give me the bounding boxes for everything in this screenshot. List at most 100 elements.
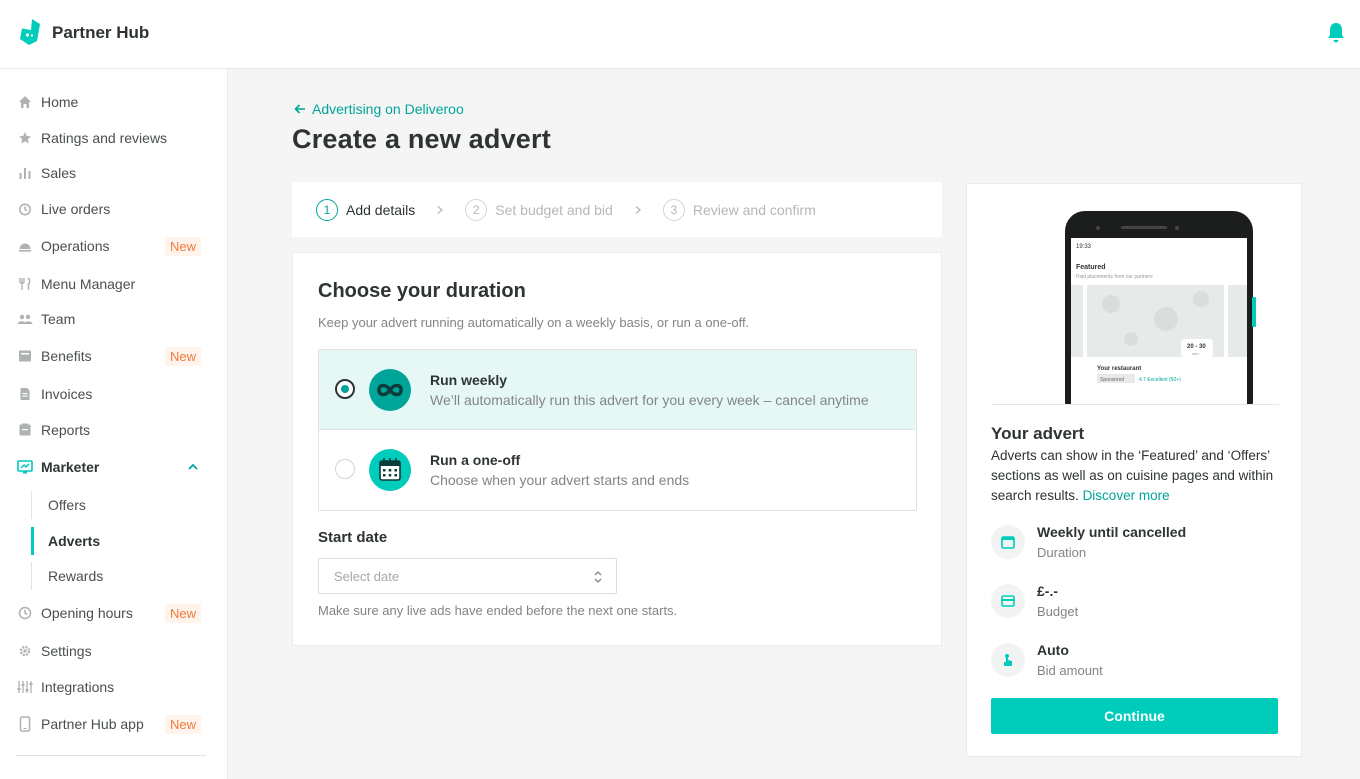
- home-icon: [17, 94, 33, 110]
- stepper: 1 Add details 2 Set budget and bid 3 Rev…: [292, 182, 942, 237]
- summary-bid: Auto Bid amount: [991, 642, 1281, 686]
- team-icon: [17, 311, 33, 327]
- preview-desc: Adverts can show in the ‘Featured’ and ‘…: [991, 448, 1274, 503]
- arrow-left-icon: [294, 104, 305, 114]
- advert-preview-panel: 19:33 Featured Paid placements from our …: [966, 183, 1302, 757]
- sidebar-item-benefits[interactable]: Benefits New: [0, 341, 228, 371]
- option-run-one-off[interactable]: Run a one-off Choose when your advert st…: [319, 430, 916, 510]
- discover-more-link[interactable]: Discover more: [1083, 488, 1170, 503]
- start-date-label: Start date: [318, 529, 388, 546]
- sidebar-item-ratings[interactable]: Ratings and reviews: [0, 123, 228, 153]
- new-badge: New: [165, 603, 202, 623]
- step-number: 2: [465, 198, 488, 221]
- sidebar-item-integrations[interactable]: Integrations: [0, 672, 228, 702]
- calendar-icon: [991, 525, 1025, 559]
- calendar-icon: [369, 449, 411, 491]
- summary-value: Auto: [1037, 642, 1069, 658]
- continue-button[interactable]: Continue: [991, 698, 1278, 734]
- option-run-weekly[interactable]: Run weekly We’ll automatically run this …: [319, 350, 916, 430]
- summary-budget: £-.- Budget: [991, 583, 1281, 627]
- new-badge: New: [165, 346, 202, 366]
- tap-icon: [991, 643, 1025, 677]
- phone-featured: Featured: [1076, 264, 1106, 271]
- sidebar-item-operations[interactable]: Operations New: [0, 231, 228, 261]
- new-badge: New: [165, 236, 202, 256]
- phone-sponsored: Sponsored: [1100, 377, 1124, 383]
- phone-illustration: 19:33 Featured Paid placements from our …: [1065, 211, 1256, 404]
- report-icon: [17, 422, 33, 438]
- summary-label: Bid amount: [1037, 663, 1103, 678]
- clock-icon: [17, 605, 33, 621]
- sidebar-subitem-offers[interactable]: Offers: [31, 491, 228, 519]
- top-bar: Partner Hub: [0, 0, 1360, 69]
- cloche-icon: [17, 238, 33, 254]
- preview-title: Your advert: [991, 424, 1085, 443]
- infinity-icon: [369, 369, 411, 411]
- star-icon: [17, 130, 33, 146]
- sliders-icon: [17, 679, 33, 695]
- duration-title: Choose your duration: [318, 280, 526, 302]
- date-help-text: Make sure any live ads have ended before…: [318, 603, 678, 618]
- new-badge: New: [165, 714, 202, 734]
- marketer-icon: [17, 459, 33, 475]
- sidebar-item-team[interactable]: Team: [0, 304, 228, 334]
- step-review-confirm[interactable]: 3 Review and confirm: [662, 198, 816, 221]
- phone-eta: 20 - 30: [1187, 344, 1206, 350]
- sidebar-item-marketer[interactable]: Marketer: [0, 452, 228, 482]
- phone-icon: [17, 716, 33, 732]
- benefits-icon: [17, 348, 33, 364]
- step-number: 1: [316, 198, 338, 221]
- card-icon: [991, 584, 1025, 618]
- sidebar-item-settings[interactable]: Settings: [0, 636, 228, 666]
- sidebar-item-menu-manager[interactable]: Menu Manager: [0, 269, 228, 299]
- sidebar-item-home[interactable]: Home: [0, 87, 228, 117]
- duration-card: Choose your duration Keep your advert ru…: [292, 252, 942, 646]
- sidebar-item-opening-hours[interactable]: Opening hours New: [0, 598, 228, 628]
- sidebar-subitem-rewards[interactable]: Rewards: [31, 562, 228, 590]
- phone-rating: 4.7 Excellent (50+): [1139, 377, 1181, 383]
- page-title: Create a new advert: [292, 124, 551, 154]
- date-placeholder: Select date: [334, 569, 400, 584]
- app-name: Partner Hub: [52, 23, 150, 42]
- divider: [16, 755, 206, 756]
- option-desc: Choose when your advert starts and ends: [430, 472, 690, 488]
- step-label: Add details: [346, 201, 416, 218]
- duration-options: Run weekly We’ll automatically run this …: [318, 349, 917, 511]
- radio-selected[interactable]: [335, 379, 355, 399]
- brand[interactable]: Partner Hub: [16, 19, 149, 47]
- phone-featured-sub: Paid placements from our partners: [1076, 274, 1153, 280]
- step-label: Set budget and bid: [495, 201, 613, 218]
- sidebar-item-sales[interactable]: Sales: [0, 158, 228, 188]
- cutlery-icon: [17, 276, 33, 292]
- phone-restaurant: Your restaurant: [1097, 366, 1141, 372]
- chevron-right-icon: [437, 205, 444, 214]
- bar-chart-icon: [17, 165, 33, 181]
- clock-icon: [17, 201, 33, 217]
- chevron-right-icon: [635, 205, 641, 214]
- radio-unselected[interactable]: [335, 459, 355, 479]
- summary-value: £-.-: [1037, 583, 1058, 599]
- step-number: 3: [662, 198, 685, 221]
- step-add-details[interactable]: 1 Add details: [316, 198, 416, 221]
- sidebar-subitem-adverts[interactable]: Adverts: [31, 527, 228, 555]
- sidebar-item-partner-hub-app[interactable]: Partner Hub app New: [0, 709, 228, 739]
- sidebar-item-live-orders[interactable]: Live orders: [0, 194, 228, 224]
- start-date-select[interactable]: Select date: [318, 558, 617, 594]
- sidebar-item-reports[interactable]: Reports: [0, 415, 228, 445]
- summary-value: Weekly until cancelled: [1037, 524, 1187, 540]
- phone-mockup: 19:33 Featured Paid placements from our …: [991, 184, 1279, 405]
- updown-chevron-icon: [594, 571, 602, 583]
- phone-eta-unit: min: [1192, 351, 1198, 356]
- bell-icon[interactable]: [1326, 22, 1346, 44]
- option-title: Run weekly: [430, 372, 508, 388]
- summary-label: Duration: [1037, 545, 1087, 560]
- back-link[interactable]: Advertising on Deliveroo: [294, 101, 464, 117]
- chevron-up-icon[interactable]: [186, 460, 200, 474]
- option-title: Run a one-off: [430, 452, 521, 468]
- sidebar-item-invoices[interactable]: Invoices: [0, 379, 228, 409]
- sidebar: Home Ratings and reviews Sales Live orde…: [0, 69, 228, 779]
- deliveroo-logo-icon: [20, 19, 40, 45]
- duration-subtitle: Keep your advert running automatically o…: [318, 315, 750, 330]
- option-desc: We’ll automatically run this advert for …: [430, 392, 869, 408]
- step-set-budget[interactable]: 2 Set budget and bid: [465, 198, 613, 221]
